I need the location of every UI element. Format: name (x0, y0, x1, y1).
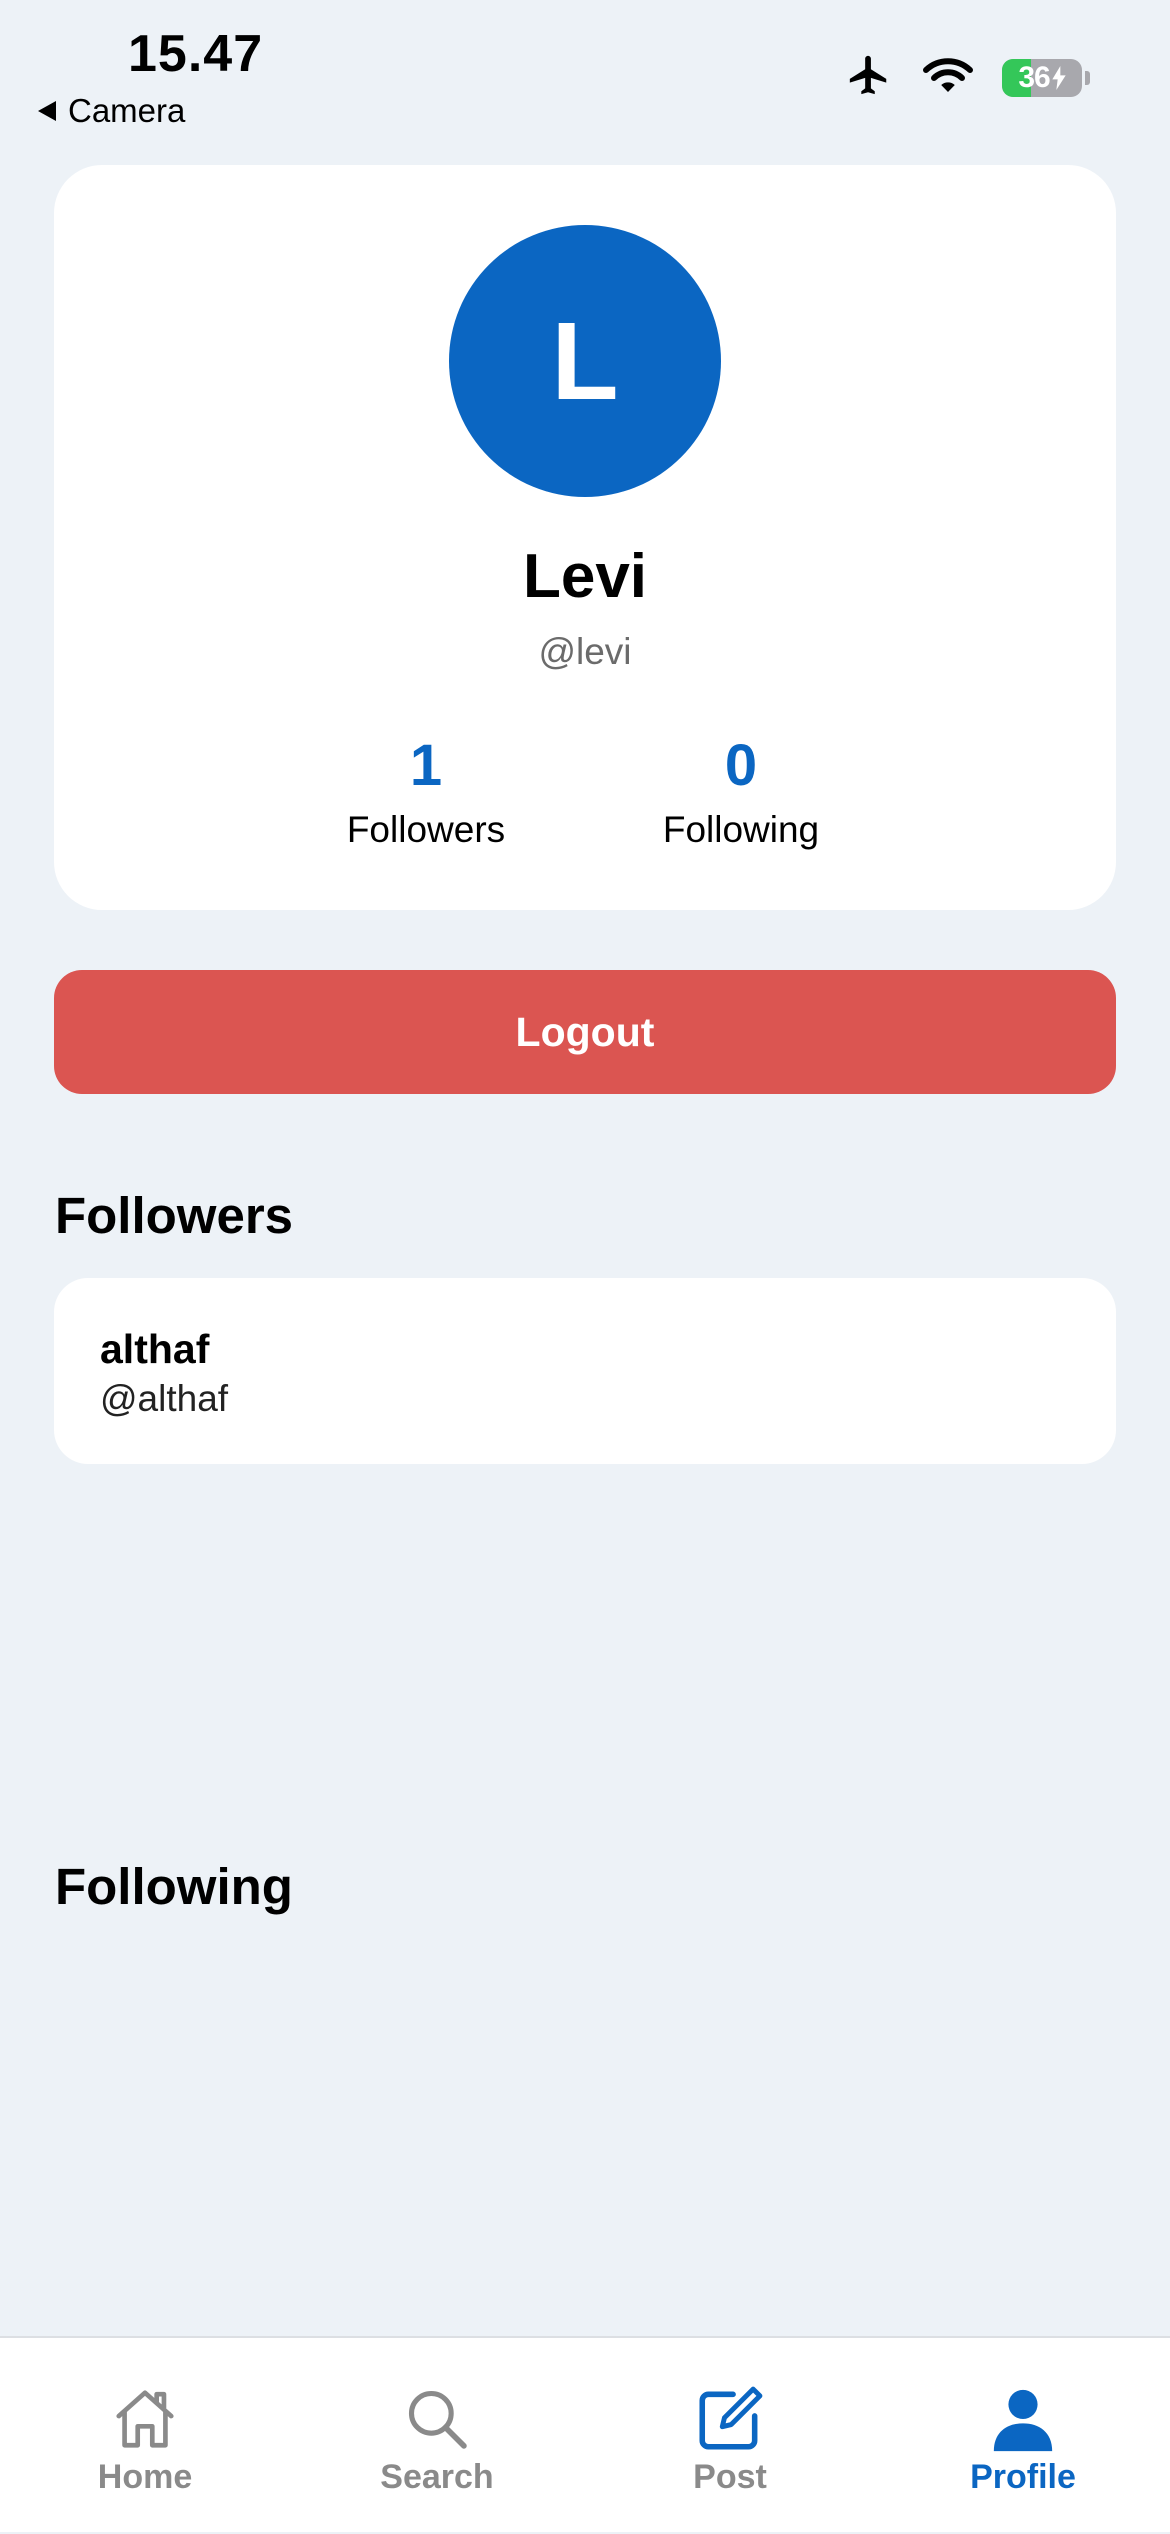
following-section-title: Following (55, 1858, 293, 1915)
profile-handle: @levi (538, 631, 632, 672)
person-icon (988, 2382, 1058, 2456)
profile-name: Levi (522, 542, 648, 611)
compose-icon (692, 2382, 768, 2456)
follower-name: althaf (100, 1326, 210, 1372)
tab-home[interactable]: Home (25, 2338, 265, 2534)
charging-bolt-icon (1052, 65, 1066, 90)
tab-post-label: Post (693, 2458, 767, 2496)
follower-handle: @althaf (100, 1378, 229, 1419)
battery-indicator: 36 (1002, 58, 1090, 97)
following-count: 0 (724, 733, 758, 798)
airplane-mode-icon (844, 52, 894, 103)
battery-cap (1085, 70, 1090, 85)
tab-search-label: Search (380, 2458, 494, 2496)
following-stat[interactable]: 0 Following (621, 737, 861, 851)
search-icon (403, 2382, 471, 2456)
profile-card: L Levi @levi 1 Followers 0 Following (54, 165, 1116, 910)
battery-percent: 36 (1018, 60, 1050, 94)
back-app-label: Camera (68, 92, 186, 129)
status-icons: 36 (844, 52, 1090, 103)
followers-stat-label: Followers (346, 809, 506, 850)
battery-icon: 36 (1002, 58, 1082, 97)
followers-stat[interactable]: 1 Followers (306, 737, 546, 851)
follower-list-item[interactable]: althaf @althaf (54, 1278, 1116, 1464)
followers-section-title: Followers (55, 1187, 294, 1244)
wifi-icon (922, 55, 974, 100)
tab-search[interactable]: Search (317, 2338, 557, 2534)
tab-post[interactable]: Post (610, 2338, 850, 2534)
tab-home-label: Home (97, 2458, 193, 2496)
status-time: 15.47 (128, 25, 264, 83)
back-to-app-link[interactable]: Camera (38, 92, 185, 130)
logout-button[interactable]: Logout (54, 970, 1116, 1094)
back-arrow-icon (38, 101, 56, 121)
tab-profile-label: Profile (970, 2458, 1076, 2496)
tab-profile[interactable]: Profile (903, 2338, 1143, 2534)
followers-count: 1 (409, 733, 443, 798)
tab-bar: Home Search Post Profile (0, 2336, 1170, 2532)
status-bar: 15.47 Camera 36 (0, 0, 1170, 140)
avatar: L (449, 225, 721, 497)
following-stat-label: Following (662, 809, 820, 850)
home-icon (108, 2382, 182, 2456)
